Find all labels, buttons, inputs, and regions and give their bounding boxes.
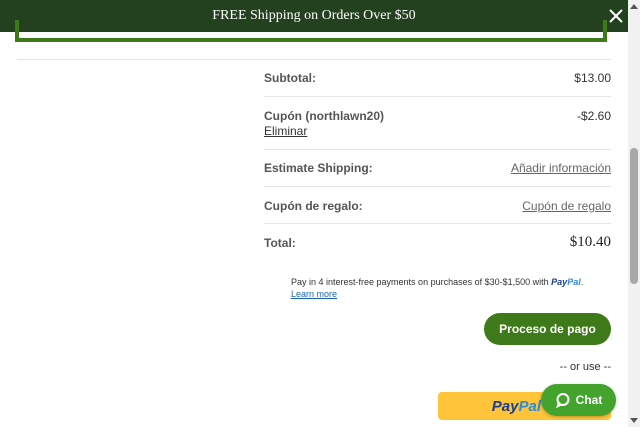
add-shipping-info-link[interactable]: Añadir información [511,161,611,175]
divider [264,149,611,150]
scroll-down-arrow-icon[interactable] [628,415,640,427]
chat-label: Chat [575,393,603,407]
divider [264,186,611,187]
divider [264,96,611,97]
paypal-logo: PayPal [551,277,581,287]
page-scrollbar[interactable] [628,0,640,427]
checkout-button[interactable]: Proceso de pago [484,313,611,345]
chat-button[interactable]: Chat [541,384,616,416]
promo-box [15,20,607,42]
coupon-value: -$2.60 [576,109,611,123]
coupon-label: Cupón (northlawn20) [264,109,384,123]
paypal-logo-pay: Pay [491,397,519,415]
subtotal-value: $13.00 [574,71,611,85]
chat-bubble-icon [555,393,570,408]
total-value: $10.40 [569,234,611,250]
learn-more-link[interactable]: Learn more [291,288,591,300]
remove-coupon-link[interactable]: Eliminar [264,124,307,138]
close-icon[interactable] [604,4,628,28]
or-use-text: -- or use -- [559,361,611,373]
paylater-message: Pay in 4 interest-free payments on purch… [291,276,591,300]
scroll-up-arrow-icon[interactable] [628,0,640,12]
divider [17,59,611,60]
subtotal-label: Subtotal: [264,71,316,85]
shipping-label: Estimate Shipping: [264,161,373,175]
scrollbar-thumb[interactable] [630,148,638,284]
total-label: Total: [264,236,296,250]
divider [264,223,611,224]
paylater-text: Pay in 4 interest-free payments on purch… [291,277,549,287]
gift-coupon-link[interactable]: Cupón de regalo [522,199,611,213]
gift-coupon-label: Cupón de regalo: [264,199,363,213]
paypal-logo-pal: Pal [518,397,541,415]
